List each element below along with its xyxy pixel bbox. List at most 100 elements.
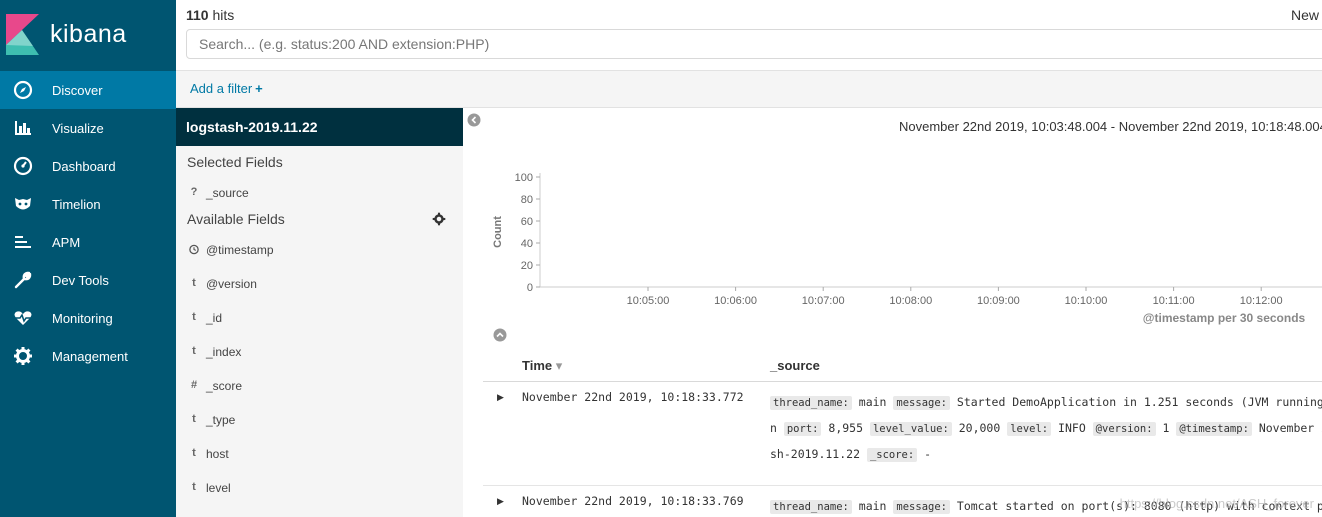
y-tick-label: 80 [521,194,533,206]
sidebar-item-dashboard[interactable]: Dashboard [0,147,176,185]
field-name: _source [206,186,249,200]
bar-chart-icon [15,121,31,135]
field-settings-gear-icon[interactable] [432,212,446,226]
field-item-id[interactable]: t _id [176,309,463,329]
number-type-icon: # [190,379,198,391]
y-tick-label: 40 [521,238,533,250]
sidebar-item-label: Dev Tools [52,273,109,288]
source-field-value: 8,955 [821,421,870,435]
source-field-key: message: [893,500,950,514]
sidebar-item-dev-tools[interactable]: Dev Tools [0,261,176,299]
time-column-header[interactable]: Time ▾ [522,358,562,374]
source-field-value: November 22nd 2019 [1258,421,1322,435]
field-name: host [206,447,229,461]
x-tick-label: 10:12:00 [1240,295,1283,307]
sidebar-item-apm[interactable]: APM [0,223,176,261]
source-field-key: level: [1007,422,1052,436]
sort-caret-icon: ▾ [555,358,563,373]
x-axis-label: @timestamp per 30 seconds [1143,311,1306,325]
field-item-version[interactable]: t @version [176,275,463,295]
source-field-key: thread_name: [770,500,852,514]
kibana-logo[interactable]: kibana [0,0,176,72]
y-tick-label: 0 [527,282,533,294]
sidebar-item-label: Monitoring [52,311,113,326]
search-input[interactable] [186,29,1322,59]
source-field-value: sh-2019.11.22 [770,447,867,461]
histogram-chart: 100 80 60 40 20 0 Count 10:05:00 10:06:00 10:07:0… [492,172,1322,325]
kibana-app: kibana Discover Visualize Dashboard Time… [0,0,1322,517]
string-type-icon: t [192,447,196,459]
x-tick-label: 10:05:00 [627,295,670,307]
x-tick-label: 10:08:00 [889,295,932,307]
field-name: level [206,481,231,495]
string-type-icon: t [192,481,196,493]
source-line: sh-2019.11.22 _score: - [770,442,1322,468]
expand-row-icon[interactable]: ▶ [497,496,504,507]
expand-row-icon[interactable]: ▶ [497,392,504,403]
results-table-header: Time ▾ _source [483,354,1322,382]
sidebar: kibana Discover Visualize Dashboard Time… [0,0,176,517]
x-tick-label: 10:09:00 [977,295,1020,307]
string-type-icon: t [192,413,196,425]
y-axis-label: Count [492,216,504,248]
field-item-index[interactable]: t _index [176,343,463,363]
source-line: n port: 8,955 level_value: 20,000 level:… [770,416,1322,442]
filter-bar: Add a filter + [176,70,1322,108]
sidebar-item-label: Visualize [52,121,104,136]
source-field-key: message: [893,396,950,410]
field-item-score[interactable]: # _score [176,377,463,397]
apm-lines-icon [15,236,31,248]
discover-main: November 22nd 2019, 10:03:48.004 - Novem… [463,108,1322,517]
x-tick-label: 10:10:00 [1065,295,1108,307]
field-item-level[interactable]: t level [176,479,463,499]
row-time: November 22nd 2019, 10:18:33.769 [522,494,744,508]
plus-icon: + [255,81,263,96]
field-item-source[interactable]: ? _source [176,184,463,204]
hits-label: hits [212,7,235,23]
add-filter-link[interactable]: Add a filter + [190,81,263,96]
sidebar-item-label: APM [52,235,81,250]
sidebar-item-visualize[interactable]: Visualize [0,109,176,147]
sidebar-item-monitoring[interactable]: Monitoring [0,299,176,337]
time-range-label: November 22nd 2019, 10:03:48.004 - Novem… [899,119,1322,134]
field-name: _type [206,413,236,427]
collapse-sidebar-icon[interactable] [467,113,481,127]
field-name: _index [206,345,242,359]
kibana-logo-icon [6,14,39,55]
sidebar-item-label: Timelion [52,197,101,212]
sidebar-item-timelion[interactable]: Timelion [0,185,176,223]
source-field-value: 1 [1155,421,1177,435]
source-field-key: _score: [866,448,918,462]
source-field-value: main [851,395,894,409]
sidebar-item-management[interactable]: Management [0,337,176,375]
sidebar-nav: Discover Visualize Dashboard Timelion AP… [0,71,176,375]
index-pattern-selector[interactable]: logstash-2019.11.22 [176,108,463,146]
source-field-key: level_value: [869,422,952,436]
sidebar-item-discover[interactable]: Discover [0,71,176,109]
string-type-icon: t [192,345,196,357]
field-item-type[interactable]: t _type [176,411,463,431]
wrench-icon [14,271,32,289]
field-item-host[interactable]: t host [176,445,463,465]
sidebar-item-label: Management [52,349,128,364]
available-fields-title: Available Fields [187,211,285,227]
source-field-value: - [917,447,932,461]
compass-icon [13,80,33,100]
table-row[interactable]: ▶ November 22nd 2019, 10:18:33.772 threa… [483,382,1322,486]
x-tick-label: 10:06:00 [714,295,757,307]
hits-count: 110 hits [186,7,234,23]
clock-icon [189,244,199,255]
field-name: _score [206,379,243,393]
sidebar-item-label: Discover [52,83,103,98]
new-search-link[interactable]: New [1291,7,1319,23]
source-field-value: 20,000 [951,421,1008,435]
source-field-key: thread_name: [770,396,852,410]
source-field-value: main [851,499,894,513]
source-field-key: port: [783,422,822,436]
watermark: https://blog.csdn.net/ASH_forever [1119,496,1314,511]
hits-number: 110 [186,7,209,23]
x-tick-label: 10:07:00 [802,295,845,307]
collapse-chart-icon[interactable] [493,328,507,342]
add-filter-label: Add a filter [190,81,253,96]
field-item-timestamp[interactable]: @timestamp [176,241,463,261]
